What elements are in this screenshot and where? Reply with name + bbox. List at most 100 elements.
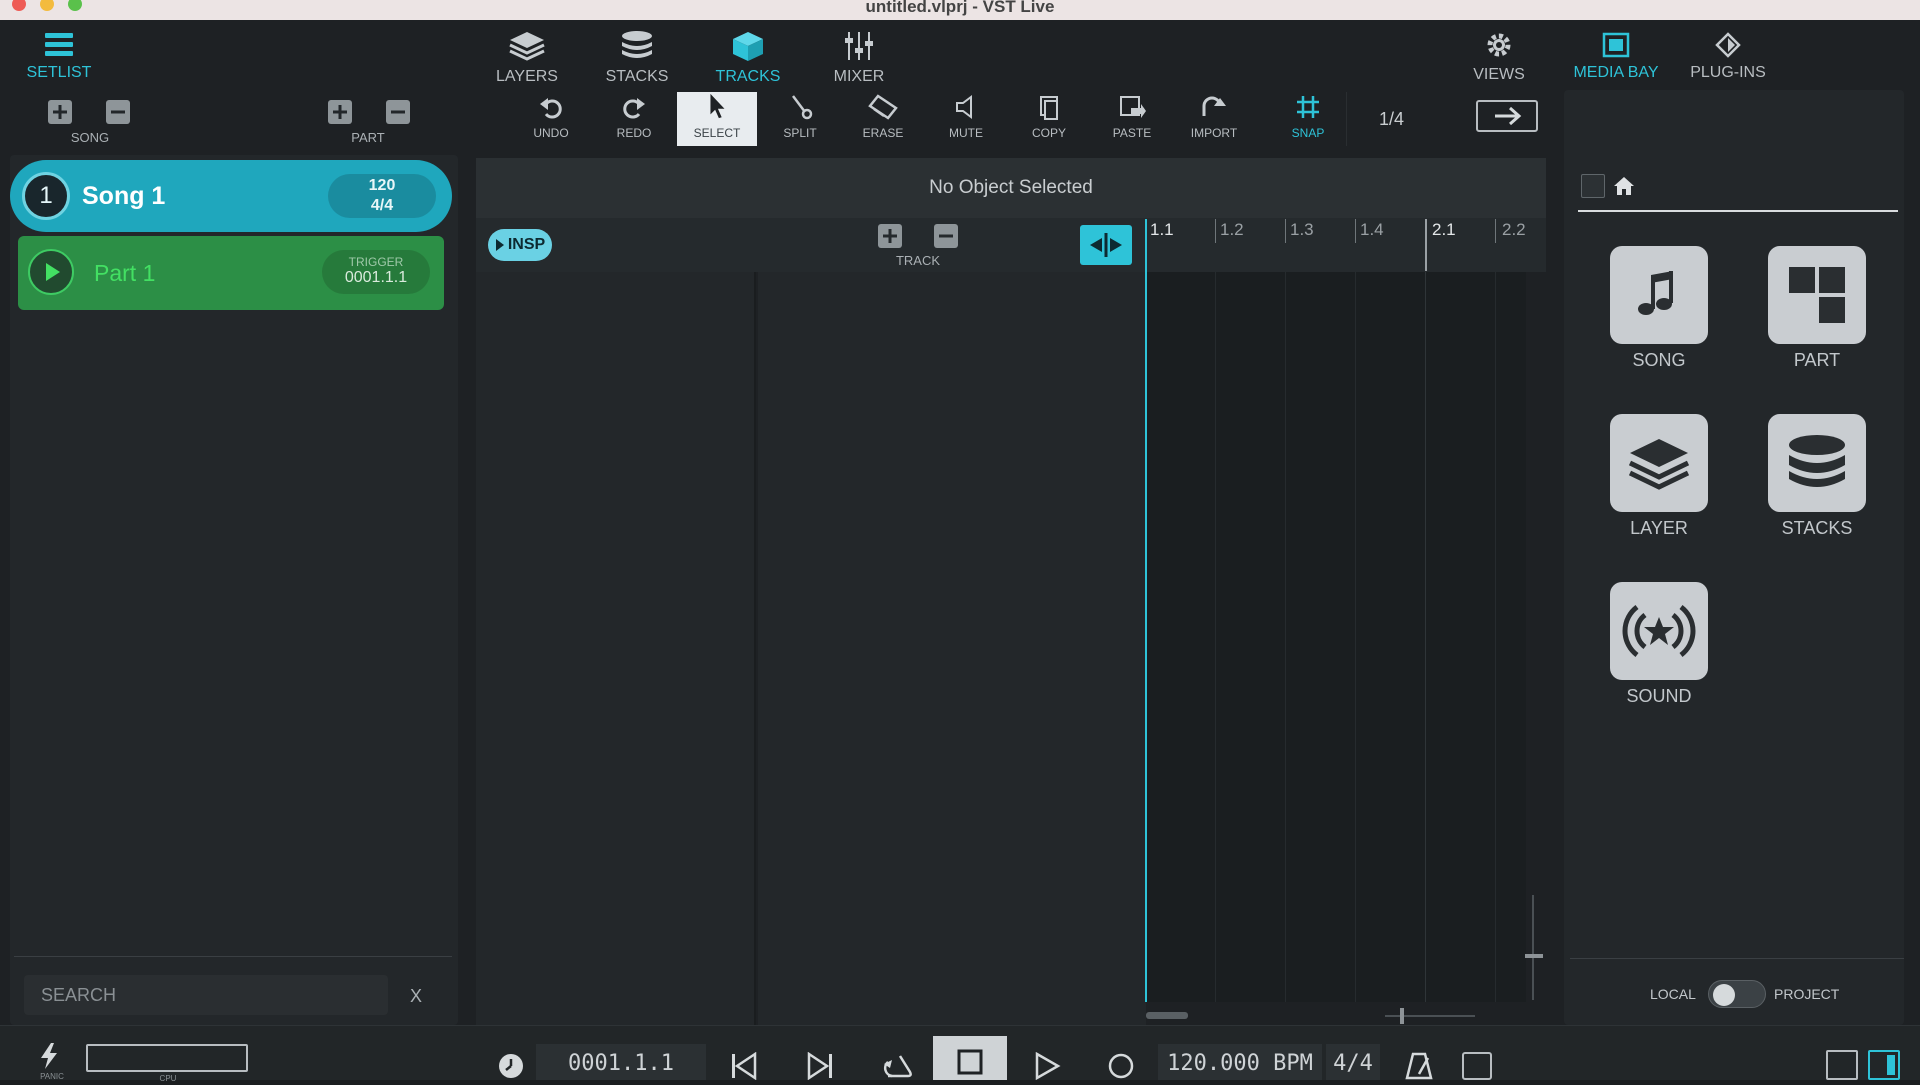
gear-icon xyxy=(1487,33,1511,57)
media-bay-button[interactable]: MEDIA BAY xyxy=(1570,32,1662,82)
plugin-icon xyxy=(1715,32,1741,58)
vertical-zoom-slider[interactable] xyxy=(1532,895,1534,1000)
no-object-selected-text: No Object Selected xyxy=(929,177,1093,198)
stacks-button[interactable]: STACKS xyxy=(600,30,674,86)
paste-button[interactable]: PASTE xyxy=(1092,92,1172,146)
follow-playhead-button[interactable] xyxy=(1080,225,1132,265)
part-play-button[interactable] xyxy=(28,249,74,295)
snap-value-selector[interactable]: 1/4 xyxy=(1346,92,1436,146)
loop-button[interactable] xyxy=(878,1052,914,1080)
position-display[interactable]: 0001.1.1 xyxy=(536,1044,706,1080)
pointer-icon xyxy=(710,93,725,119)
song-name: Song 1 xyxy=(82,182,166,210)
music-note-icon xyxy=(1638,271,1673,315)
ruler-tick xyxy=(1285,219,1286,243)
metronome-button[interactable] xyxy=(1404,1050,1434,1080)
add-part-button[interactable] xyxy=(328,100,352,124)
mute-tool-button[interactable]: MUTE xyxy=(926,92,1006,146)
views-button[interactable]: VIEWS xyxy=(1462,30,1536,84)
signature-display[interactable]: 4/4 xyxy=(1326,1044,1380,1080)
panic-button[interactable] xyxy=(36,1042,62,1070)
layout-split-button[interactable] xyxy=(1868,1050,1900,1080)
part-tile[interactable] xyxy=(1768,246,1866,344)
search-clear-button[interactable]: X xyxy=(400,980,432,1012)
song-row[interactable]: 1 Song 1 120 4/4 xyxy=(10,160,452,232)
timeline-ruler[interactable] xyxy=(1145,218,1546,272)
stop-icon xyxy=(957,1049,983,1075)
stacks-tile[interactable] xyxy=(1768,414,1866,512)
play-button[interactable] xyxy=(1032,1051,1062,1081)
search-input[interactable]: SEARCH xyxy=(24,975,388,1015)
tracks-button[interactable]: TRACKS xyxy=(711,30,785,86)
tracks-cube-icon xyxy=(733,32,763,61)
part-row[interactable]: Part 1 TRIGGER 0001.1.1 xyxy=(18,236,444,310)
remove-song-button[interactable] xyxy=(106,100,130,124)
song-signature: 4/4 xyxy=(370,197,394,214)
add-track-button[interactable] xyxy=(878,224,902,248)
ruler-label: 2.2 xyxy=(1502,220,1526,239)
layout-single-button[interactable] xyxy=(1826,1050,1858,1080)
ruler-tick xyxy=(1355,219,1356,243)
count-in-button[interactable] xyxy=(1462,1052,1492,1080)
search-divider xyxy=(14,956,452,957)
home-button[interactable] xyxy=(1612,174,1636,198)
plugins-button[interactable]: PLUG-INS xyxy=(1682,32,1774,82)
record-button[interactable] xyxy=(1106,1052,1136,1080)
tempo-display[interactable]: 120.000 BPM xyxy=(1158,1044,1322,1080)
add-song-button[interactable] xyxy=(48,100,72,124)
undo-button[interactable]: UNDO xyxy=(511,92,591,146)
rewind-to-start-button[interactable] xyxy=(728,1051,760,1081)
mixer-button[interactable]: MIXER xyxy=(822,30,896,86)
toggle-knob xyxy=(1713,984,1735,1006)
inspector-toggle-button[interactable]: INSP xyxy=(488,229,552,261)
part-label: PART xyxy=(351,130,385,145)
cpu-label: CPU xyxy=(159,1074,177,1083)
undo-icon xyxy=(540,98,562,119)
song-tile[interactable] xyxy=(1610,246,1708,344)
mixer-label: MIXER xyxy=(833,68,885,85)
horizontal-scrollbar[interactable] xyxy=(1146,1012,1188,1019)
import-label: IMPORT xyxy=(1190,126,1238,140)
erase-tool-button[interactable]: ERASE xyxy=(843,92,923,146)
grid-line xyxy=(1495,272,1496,1002)
media-bay-checkbox[interactable] xyxy=(1581,174,1605,198)
snap-toggle[interactable]: SNAP xyxy=(1268,92,1348,146)
stacks-icon xyxy=(622,31,652,58)
minus-icon xyxy=(934,224,958,248)
setlist-button[interactable]: SETLIST xyxy=(22,32,96,82)
setlist-icon xyxy=(45,33,73,56)
arrow-right-button[interactable] xyxy=(1476,100,1538,132)
select-tool-button[interactable]: SELECT xyxy=(677,92,757,146)
setlist-label: SETLIST xyxy=(26,64,92,81)
title-bar: untitled.vlprj - VST Live xyxy=(0,0,1920,20)
skip-forward-button[interactable] xyxy=(804,1051,836,1081)
copy-button[interactable]: COPY xyxy=(1009,92,1089,146)
layer-tile[interactable] xyxy=(1610,414,1708,512)
vertical-zoom-handle[interactable] xyxy=(1525,954,1543,958)
ruler-label: 1.3 xyxy=(1290,220,1314,239)
remove-track-button[interactable] xyxy=(934,224,958,248)
layout-split-icon xyxy=(1887,1055,1895,1075)
horizontal-zoom-slider[interactable] xyxy=(1385,1015,1475,1017)
stop-button[interactable] xyxy=(933,1036,1007,1080)
remove-part-button[interactable] xyxy=(386,100,410,124)
part-name: Part 1 xyxy=(94,260,156,286)
redo-button[interactable]: REDO xyxy=(594,92,674,146)
local-project-toggle[interactable] xyxy=(1708,980,1766,1008)
media-bay-icon xyxy=(1602,32,1630,58)
ruler-tick xyxy=(1215,219,1216,243)
plugins-label: PLUG-INS xyxy=(1690,64,1766,81)
horizontal-zoom-handle[interactable] xyxy=(1400,1008,1404,1024)
ruler-label: 1.4 xyxy=(1360,220,1384,239)
split-tool-button[interactable]: SPLIT xyxy=(760,92,840,146)
right-divider xyxy=(1570,958,1904,959)
arrange-area[interactable] xyxy=(1146,272,1526,1002)
loop-icon xyxy=(883,1055,912,1078)
import-button[interactable]: IMPORT xyxy=(1174,92,1254,146)
sound-broadcast-icon xyxy=(1622,605,1696,657)
playhead-cursor[interactable] xyxy=(1145,219,1147,1002)
sound-tile[interactable] xyxy=(1610,582,1708,680)
time-display-button[interactable] xyxy=(497,1052,525,1080)
layers-button[interactable]: LAYERS xyxy=(490,30,564,86)
layers-icon xyxy=(509,32,545,61)
